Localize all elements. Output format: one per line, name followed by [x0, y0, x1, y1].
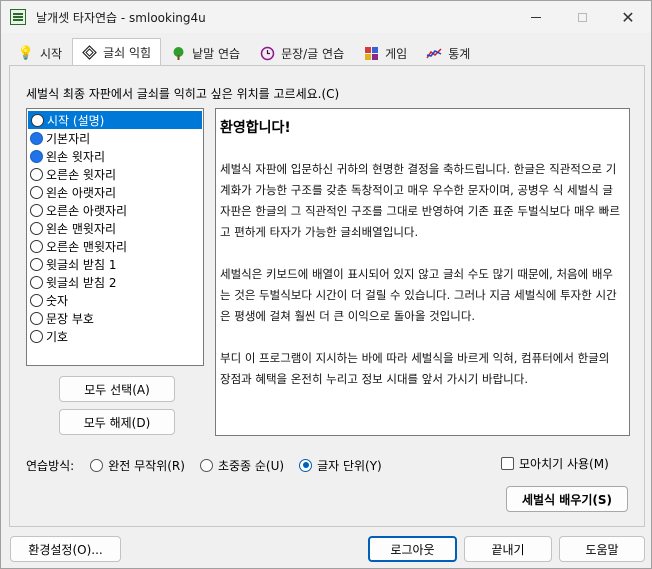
tab-label: 통계: [448, 47, 471, 61]
list-item-label: 오른손 맨윗자리: [46, 239, 128, 254]
practice-mode-label: 연습방식:: [26, 458, 75, 473]
list-item-label: 윗글쇠 받침 1: [46, 257, 117, 272]
unchecked-circle-icon[interactable]: [30, 293, 43, 307]
learn-sebeolsik-button[interactable]: 세벌식 배우기(S): [506, 486, 628, 512]
puzzle-icon: [363, 46, 379, 62]
minimize-icon: [531, 16, 541, 18]
unchecked-circle-icon[interactable]: [31, 113, 44, 127]
title-bar[interactable]: 날개셋 타자연습 - smlooking4u ✕: [1, 1, 651, 33]
list-item[interactable]: 오른손 아랫자리: [27, 201, 203, 219]
unchecked-circle-icon[interactable]: [30, 329, 43, 343]
unchecked-circle-icon[interactable]: [30, 275, 43, 289]
clock-icon: [259, 46, 275, 62]
deselect-all-button[interactable]: 모두 해제(D): [59, 409, 175, 435]
list-item[interactable]: 기호: [27, 327, 203, 345]
close-button[interactable]: ✕: [605, 1, 651, 33]
list-item-label: 기본자리: [46, 131, 91, 146]
tab-sentence-practice[interactable]: 문장/글 연습: [250, 41, 354, 65]
list-item-label: 기호: [46, 329, 69, 344]
list-item[interactable]: 문장 부호: [27, 309, 203, 327]
logout-button[interactable]: 로그아웃: [368, 536, 457, 562]
mode-option-label: 완전 무작위(R): [108, 458, 185, 473]
list-item-label: 윗글쇠 받침 2: [46, 275, 117, 290]
select-all-button[interactable]: 모두 선택(A): [59, 376, 175, 402]
unchecked-circle-icon[interactable]: [30, 167, 43, 181]
radio-button[interactable]: [90, 458, 104, 472]
tab-label: 낱말 연습: [192, 47, 241, 61]
mode-option-random[interactable]: 완전 무작위(R): [90, 457, 185, 474]
unchecked-circle-icon[interactable]: [30, 203, 43, 217]
mode-option-label: 글자 단위(Y): [317, 458, 382, 473]
unchecked-circle-icon[interactable]: [30, 185, 43, 199]
tab-start[interactable]: 💡 시작: [9, 41, 72, 65]
checked-circle-icon[interactable]: [30, 131, 43, 145]
list-item[interactable]: 오른손 윗자리: [27, 165, 203, 183]
app-keyboard-icon: [10, 9, 26, 25]
list-item[interactable]: 윗글쇠 받침 1: [27, 255, 203, 273]
list-item-label: 숫자: [46, 293, 69, 308]
unchecked-circle-icon[interactable]: [30, 257, 43, 271]
tab-word-practice[interactable]: 낱말 연습: [161, 41, 250, 65]
tab-label: 글쇠 익힘: [103, 45, 152, 60]
tab-game[interactable]: 게임: [354, 41, 417, 65]
list-item-label: 왼손 아랫자리: [46, 185, 117, 200]
unchecked-circle-icon[interactable]: [30, 221, 43, 235]
tree-icon: [170, 46, 186, 62]
description-paragraph: 부디 이 프로그램이 지시하는 바에 따라 세벌식을 바르게 익혀, 컴퓨터에서…: [220, 351, 610, 386]
instruction-text: 세벌식 최종 자판에서 글쇠를 익히고 싶은 위치를 고르세요.(C): [26, 87, 340, 101]
list-item[interactable]: 왼손 아랫자리: [27, 183, 203, 201]
radio-button[interactable]: [199, 458, 213, 472]
tab-label: 게임: [385, 47, 408, 61]
position-listbox[interactable]: 시작 (설명) 기본자리 왼손 윗자리 오른손 윗자리 왼손 아랫자리 오른손 …: [26, 108, 204, 366]
moachigi-checkbox-row[interactable]: 모아치기 사용(M): [501, 455, 609, 472]
list-item-label: 왼손 윗자리: [46, 149, 106, 164]
diamond-key-icon: [81, 44, 97, 60]
list-item-label: 오른손 윗자리: [46, 167, 117, 182]
list-item[interactable]: 시작 (설명): [28, 111, 202, 129]
list-item-label: 시작 (설명): [47, 113, 105, 128]
mode-option-syllable[interactable]: 글자 단위(Y): [299, 457, 382, 474]
list-item-label: 왼손 맨윗자리: [46, 221, 117, 236]
tab-bar: 💡 시작 글쇠 익힘 낱말 연습 문장/글 연습 게임 통계: [9, 38, 480, 65]
mode-option-order[interactable]: 초중종 순(U): [199, 457, 285, 474]
list-item[interactable]: 왼손 맨윗자리: [27, 219, 203, 237]
lightbulb-icon: 💡: [17, 46, 35, 61]
list-item[interactable]: 오른손 맨윗자리: [27, 237, 203, 255]
settings-button[interactable]: 환경설정(O)...: [10, 536, 121, 562]
window-title: 날개셋 타자연습 - smlooking4u: [36, 10, 206, 25]
list-item-label: 문장 부호: [46, 311, 94, 326]
exit-button[interactable]: 끝내기: [464, 536, 552, 562]
description-paragraph: 세벌식은 키보드에 배열이 표시되어 있지 않고 글쇠 수도 많기 때문에, 처…: [220, 267, 617, 323]
minimize-button[interactable]: [513, 1, 559, 33]
mode-option-label: 초중종 순(U): [217, 458, 285, 473]
unchecked-circle-icon[interactable]: [30, 311, 43, 325]
help-button[interactable]: 도움말: [559, 536, 645, 562]
radio-button[interactable]: [299, 458, 313, 472]
tab-key-learning[interactable]: 글쇠 익힘: [72, 38, 162, 65]
description-title: 환영합니다!: [220, 120, 291, 136]
tab-label: 시작: [40, 47, 63, 61]
description-box: 환영합니다! 세벌식 자판에 입문하신 귀하의 현명한 결정을 축하드립니다. …: [215, 108, 630, 436]
list-item-label: 오른손 아랫자리: [46, 203, 128, 218]
line-chart-icon: [426, 46, 442, 62]
tab-statistics[interactable]: 통계: [417, 41, 480, 65]
list-item[interactable]: 왼손 윗자리: [27, 147, 203, 165]
checked-circle-icon[interactable]: [30, 149, 43, 163]
moachigi-label: 모아치기 사용(M): [519, 457, 609, 471]
tab-panel: 세벌식 최종 자판에서 글쇠를 익히고 싶은 위치를 고르세요.(C) 시작 (…: [9, 65, 645, 527]
unchecked-circle-icon[interactable]: [30, 239, 43, 253]
moachigi-checkbox[interactable]: [501, 457, 514, 470]
list-item[interactable]: 숫자: [27, 291, 203, 309]
description-paragraph: 세벌식 자판에 입문하신 귀하의 현명한 결정을 축하드립니다. 한글은 직관적…: [220, 162, 620, 239]
list-item[interactable]: 기본자리: [27, 129, 203, 147]
tab-label: 문장/글 연습: [281, 47, 345, 61]
close-icon: ✕: [621, 7, 635, 27]
maximize-button[interactable]: [559, 1, 605, 33]
maximize-icon: [577, 12, 587, 22]
app-window: 날개셋 타자연습 - smlooking4u ✕ 💡 시작 글쇠 익힘 낱말 연…: [0, 0, 652, 569]
list-item[interactable]: 윗글쇠 받침 2: [27, 273, 203, 291]
